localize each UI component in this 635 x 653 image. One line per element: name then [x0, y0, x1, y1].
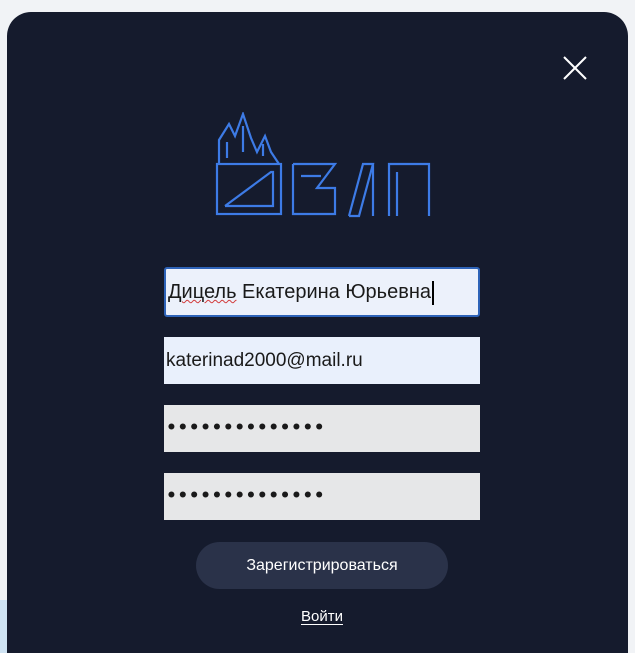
- text-caret: [432, 280, 434, 305]
- register-button[interactable]: Зарегистрироваться: [196, 542, 448, 589]
- password-confirm-field[interactable]: ••••••••••••••: [164, 473, 480, 520]
- close-icon: [563, 56, 587, 80]
- registration-modal: Дицель Екатерина Юрьевна katerinad2000@m…: [7, 12, 628, 653]
- logo-icon: [215, 112, 431, 218]
- password-field[interactable]: ••••••••••••••: [164, 405, 480, 452]
- email-field[interactable]: katerinad2000@mail.ru: [164, 337, 480, 384]
- full-name-field[interactable]: Дицель Екатерина Юрьевна: [164, 267, 480, 317]
- full-name-first-word: Дицель: [168, 281, 237, 303]
- close-button[interactable]: [560, 53, 590, 83]
- full-name-rest: Екатерина Юрьевна: [236, 281, 432, 303]
- login-link[interactable]: Войти: [291, 608, 353, 625]
